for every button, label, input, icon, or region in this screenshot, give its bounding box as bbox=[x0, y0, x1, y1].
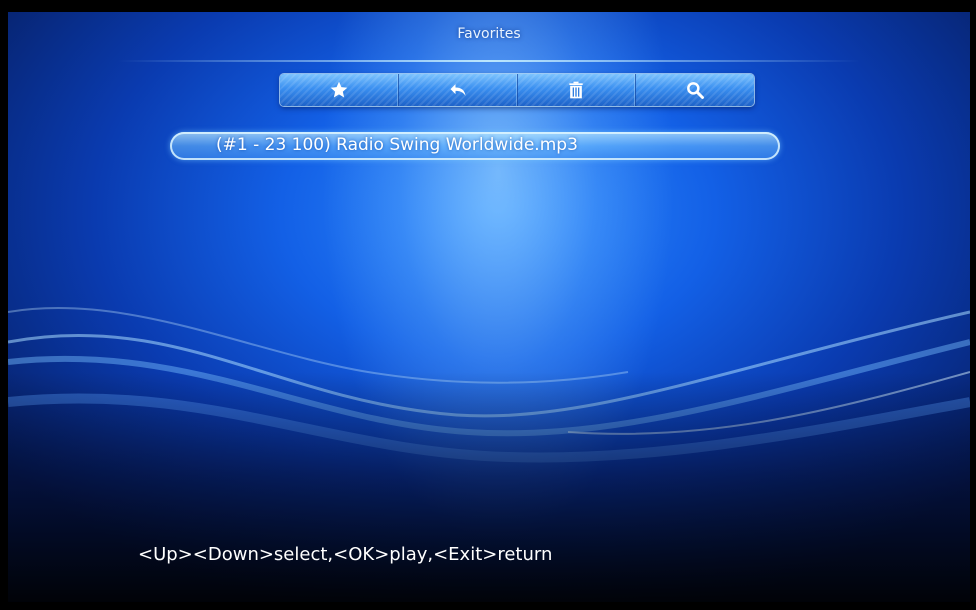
star-icon bbox=[329, 80, 349, 100]
favorites-list: (#1 - 23 100) Radio Swing Worldwide.mp3 bbox=[170, 132, 780, 160]
search-icon bbox=[685, 80, 705, 100]
back-button[interactable] bbox=[399, 74, 518, 106]
page-title: Favorites bbox=[457, 26, 521, 42]
screen: Favorites (#1 - 23 100) Radio Swing Worl… bbox=[0, 0, 976, 610]
list-item-label: (#1 - 23 100) Radio Swing Worldwide.mp3 bbox=[216, 135, 578, 155]
key-hint: <Up><Down>select,<OK>play,<Exit>return bbox=[138, 544, 553, 565]
bottom-shade bbox=[8, 372, 970, 602]
menu-screen: Favorites (#1 - 23 100) Radio Swing Worl… bbox=[8, 12, 970, 602]
list-item[interactable]: (#1 - 23 100) Radio Swing Worldwide.mp3 bbox=[170, 132, 780, 160]
search-button[interactable] bbox=[636, 74, 754, 106]
toolbar bbox=[280, 74, 754, 106]
delete-button[interactable] bbox=[518, 74, 637, 106]
back-arrow-icon bbox=[447, 80, 469, 100]
title-divider bbox=[118, 60, 860, 62]
trash-icon bbox=[566, 79, 586, 101]
favorite-button[interactable] bbox=[280, 74, 399, 106]
